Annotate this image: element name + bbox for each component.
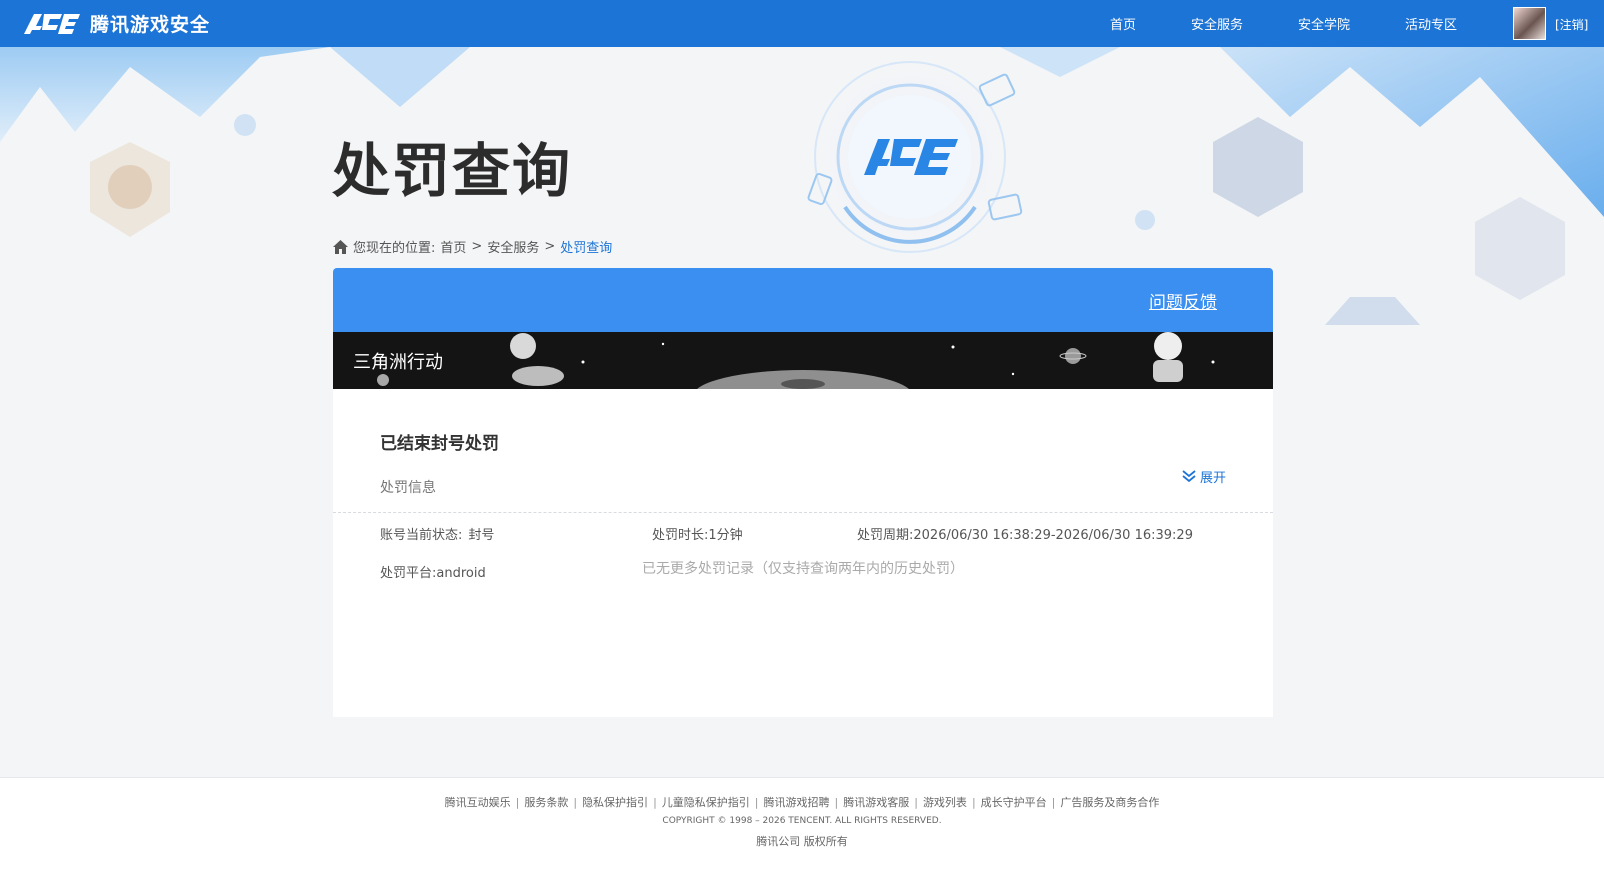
nav-security-academy[interactable]: 安全学院 bbox=[1298, 14, 1350, 33]
info-row: 账号当前状态: 封号 处罚时长:1分钟 处罚周期:2026/06/30 16:38… bbox=[380, 524, 1226, 544]
company-rights: 腾讯公司 版权所有 bbox=[756, 835, 848, 848]
penalty-period: 处罚周期:2026/06/30 16:38:29-2026/06/30 16:3… bbox=[857, 524, 1193, 543]
footer-links: 腾讯互动娱乐 | 服务条款 | 隐私保护指引 | 儿童隐私保护指引 | 腾讯游戏招聘 | 腾讯游戏客… bbox=[444, 796, 1160, 809]
no-more-records: 已无更多处罚记录（仅支持查询两年内的历史处罚） bbox=[642, 561, 964, 577]
record-divider bbox=[333, 512, 1273, 513]
ace-logo-icon bbox=[24, 14, 80, 34]
duration-label: 处罚时长: bbox=[652, 528, 709, 543]
nav-events[interactable]: 活动专区 bbox=[1405, 14, 1457, 33]
site-logo[interactable]: 腾讯游戏安全 bbox=[22, 10, 210, 37]
nav-home[interactable]: 首页 bbox=[1110, 14, 1136, 33]
logo-text: 腾讯游戏安全 bbox=[90, 14, 211, 36]
footer-link-privacy[interactable]: 隐私保护指引 bbox=[582, 796, 648, 809]
main-nav: 首页 安全服务 安全学院 活动专区 bbox=[1110, 0, 1512, 47]
record-title: 已结束封号处罚 bbox=[380, 434, 499, 454]
chevron-double-down-icon bbox=[1182, 470, 1196, 483]
status-label: 账号当前状态: bbox=[380, 528, 463, 543]
duration-value: 1分钟 bbox=[708, 528, 743, 543]
footer-link-growth-guard[interactable]: 成长守护平台 bbox=[981, 796, 1047, 809]
expand-button[interactable]: 展开 bbox=[1182, 467, 1226, 486]
footer-link-careers[interactable]: 腾讯游戏招聘 bbox=[764, 796, 830, 809]
penalty-card: 问题反馈 三角洲行动 已结束封号处罚 处罚信息 账号当前状态: 封号 处罚时长:… bbox=[333, 268, 1273, 717]
game-banner-art bbox=[333, 332, 1273, 389]
account-status: 账号当前状态: 封号 bbox=[380, 524, 494, 543]
period-label: 处罚周期: bbox=[857, 528, 914, 543]
breadcrumb-current: 处罚查询 bbox=[560, 241, 613, 256]
breadcrumb-prefix: 您现在的位置: bbox=[353, 241, 436, 256]
card-header: 问题反馈 bbox=[333, 268, 1273, 332]
logout-link[interactable]: [注销] bbox=[1555, 16, 1588, 33]
copyright: COPYRIGHT © 1998 – 2026 TENCENT. ALL RIG… bbox=[662, 816, 942, 826]
top-navigation-bar: 腾讯游戏安全 首页 安全服务 安全学院 活动专区 [注销] bbox=[0, 0, 1604, 47]
breadcrumb: 您现在的位置: 首页 > 安全服务 > 处罚查询 bbox=[333, 237, 612, 256]
footer-link-support[interactable]: 腾讯游戏客服 bbox=[843, 796, 909, 809]
expand-label: 展开 bbox=[1199, 471, 1226, 486]
penalty-duration: 处罚时长:1分钟 bbox=[652, 524, 743, 543]
nav-security-services[interactable]: 安全服务 bbox=[1191, 14, 1243, 33]
breadcrumb-separator: > bbox=[544, 239, 556, 254]
footer-link-terms[interactable]: 服务条款 bbox=[524, 796, 568, 809]
footer-link-child-privacy[interactable]: 儿童隐私保护指引 bbox=[662, 796, 750, 809]
game-banner: 三角洲行动 bbox=[333, 332, 1273, 389]
breadcrumb-separator: > bbox=[471, 239, 483, 254]
feedback-link[interactable]: 问题反馈 bbox=[1149, 288, 1217, 313]
user-avatar[interactable] bbox=[1513, 7, 1546, 40]
record-subtitle: 处罚信息 bbox=[380, 480, 436, 496]
breadcrumb-home[interactable]: 首页 bbox=[440, 237, 466, 256]
footer-link-tencent-ent[interactable]: 腾讯互动娱乐 bbox=[445, 796, 511, 809]
footer-link-game-list[interactable]: 游戏列表 bbox=[923, 796, 967, 809]
game-name: 三角洲行动 bbox=[353, 352, 443, 373]
home-icon bbox=[333, 239, 348, 254]
status-value: 封号 bbox=[468, 528, 495, 543]
period-value: 2026/06/30 16:38:29-2026/06/30 16:39:29 bbox=[913, 528, 1193, 543]
footer: 腾讯互动娱乐 | 服务条款 | 隐私保护指引 | 儿童隐私保护指引 | 腾讯游戏招聘 | 腾讯游戏客… bbox=[0, 777, 1604, 872]
breadcrumb-security-services[interactable]: 安全服务 bbox=[487, 237, 539, 256]
page-title: 处罚查询 bbox=[332, 137, 573, 205]
footer-link-ads[interactable]: 广告服务及商务合作 bbox=[1060, 796, 1159, 809]
